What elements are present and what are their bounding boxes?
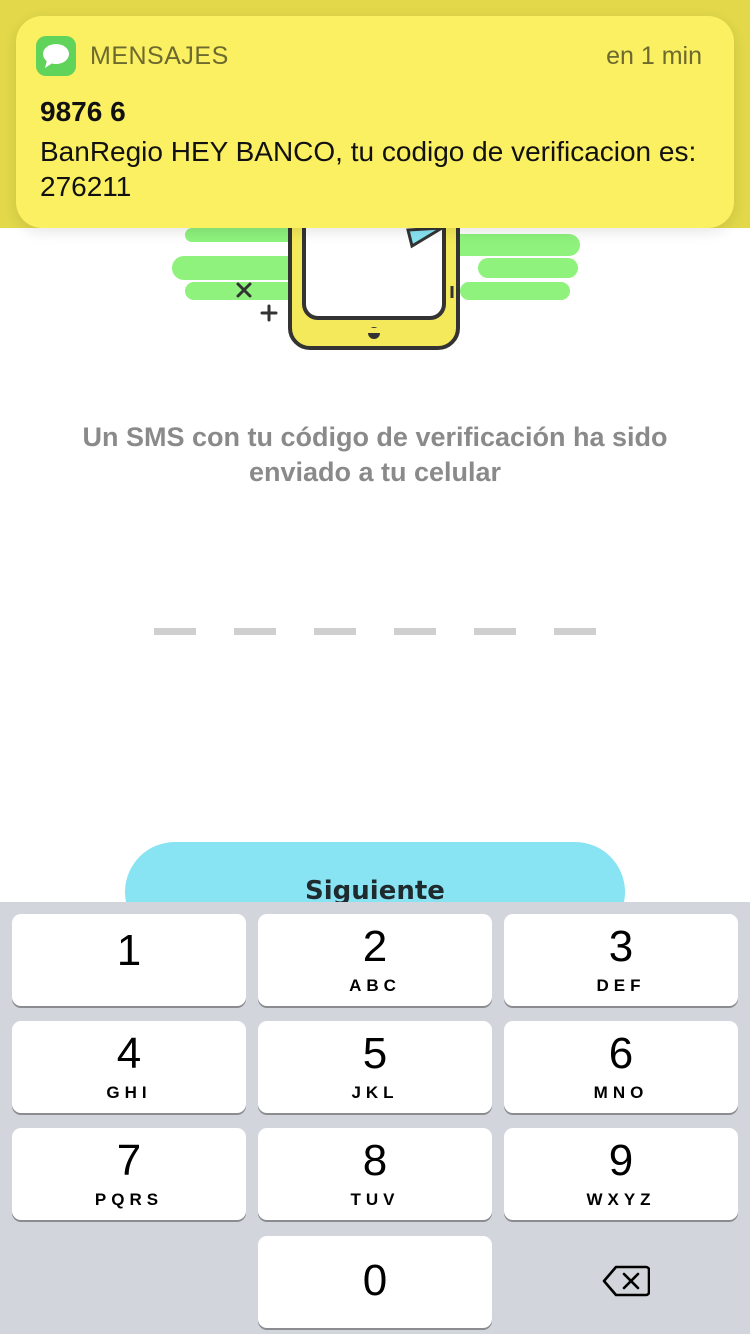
key-letters: GHI xyxy=(106,1083,152,1102)
backspace-icon xyxy=(602,1265,650,1297)
key-0[interactable]: 0 xyxy=(258,1236,492,1328)
key-7[interactable]: 7 PQRS xyxy=(12,1128,246,1220)
sms-notification[interactable]: MENSAJES en 1 min 9876 6 BanRegio HEY BA… xyxy=(16,16,734,228)
code-digit-slot[interactable] xyxy=(554,628,596,635)
key-8[interactable]: 8 TUV xyxy=(258,1128,492,1220)
key-digit: 9 xyxy=(608,1136,634,1185)
notification-time: en 1 min xyxy=(606,42,702,70)
key-letters: JKL xyxy=(351,1083,399,1102)
messages-icon xyxy=(36,36,76,76)
delete-key[interactable] xyxy=(504,1236,738,1328)
notification-app-name: MENSAJES xyxy=(90,42,229,70)
key-digit: 2 xyxy=(362,922,388,971)
key-letters: MNO xyxy=(593,1083,649,1102)
key-digit: 4 xyxy=(116,1029,142,1078)
sms-sent-message: Un SMS con tu código de verificación ha … xyxy=(82,422,668,487)
key-3[interactable]: 3 DEF xyxy=(504,914,738,1006)
key-digit: 1 xyxy=(116,926,142,975)
key-digit: 3 xyxy=(608,922,634,971)
key-digit: 7 xyxy=(116,1136,142,1185)
key-letters: ABC xyxy=(349,976,401,995)
key-digit: 8 xyxy=(362,1136,388,1185)
key-4[interactable]: 4 GHI xyxy=(12,1021,246,1113)
key-9[interactable]: 9 WXYZ xyxy=(504,1128,738,1220)
key-letters: DEF xyxy=(596,976,646,995)
verification-code-input[interactable] xyxy=(154,628,596,636)
key-digit: 6 xyxy=(608,1029,634,1078)
notification-body: BanRegio HEY BANCO, tu codigo de verific… xyxy=(40,136,697,202)
key-letters: PQRS xyxy=(94,1190,164,1209)
key-letters: TUV xyxy=(350,1190,400,1209)
key-2[interactable]: 2 ABC xyxy=(258,914,492,1006)
key-1[interactable]: 1 xyxy=(12,914,246,1006)
code-digit-slot[interactable] xyxy=(474,628,516,635)
code-digit-slot[interactable] xyxy=(234,628,276,635)
key-digit: 0 xyxy=(362,1256,388,1305)
key-letters: WXYZ xyxy=(586,1190,656,1209)
notification-sender: 9876 6 xyxy=(40,96,126,127)
code-digit-slot[interactable] xyxy=(394,628,436,635)
key-digit: 5 xyxy=(362,1029,388,1078)
numeric-keypad: 1 2 ABC 3 DEF 4 GHI 5 JKL 6 MNO 7 PQRS 8… xyxy=(0,902,750,1334)
key-5[interactable]: 5 JKL xyxy=(258,1021,492,1113)
key-6[interactable]: 6 MNO xyxy=(504,1021,738,1113)
code-digit-slot[interactable] xyxy=(154,628,196,635)
code-digit-slot[interactable] xyxy=(314,628,356,635)
